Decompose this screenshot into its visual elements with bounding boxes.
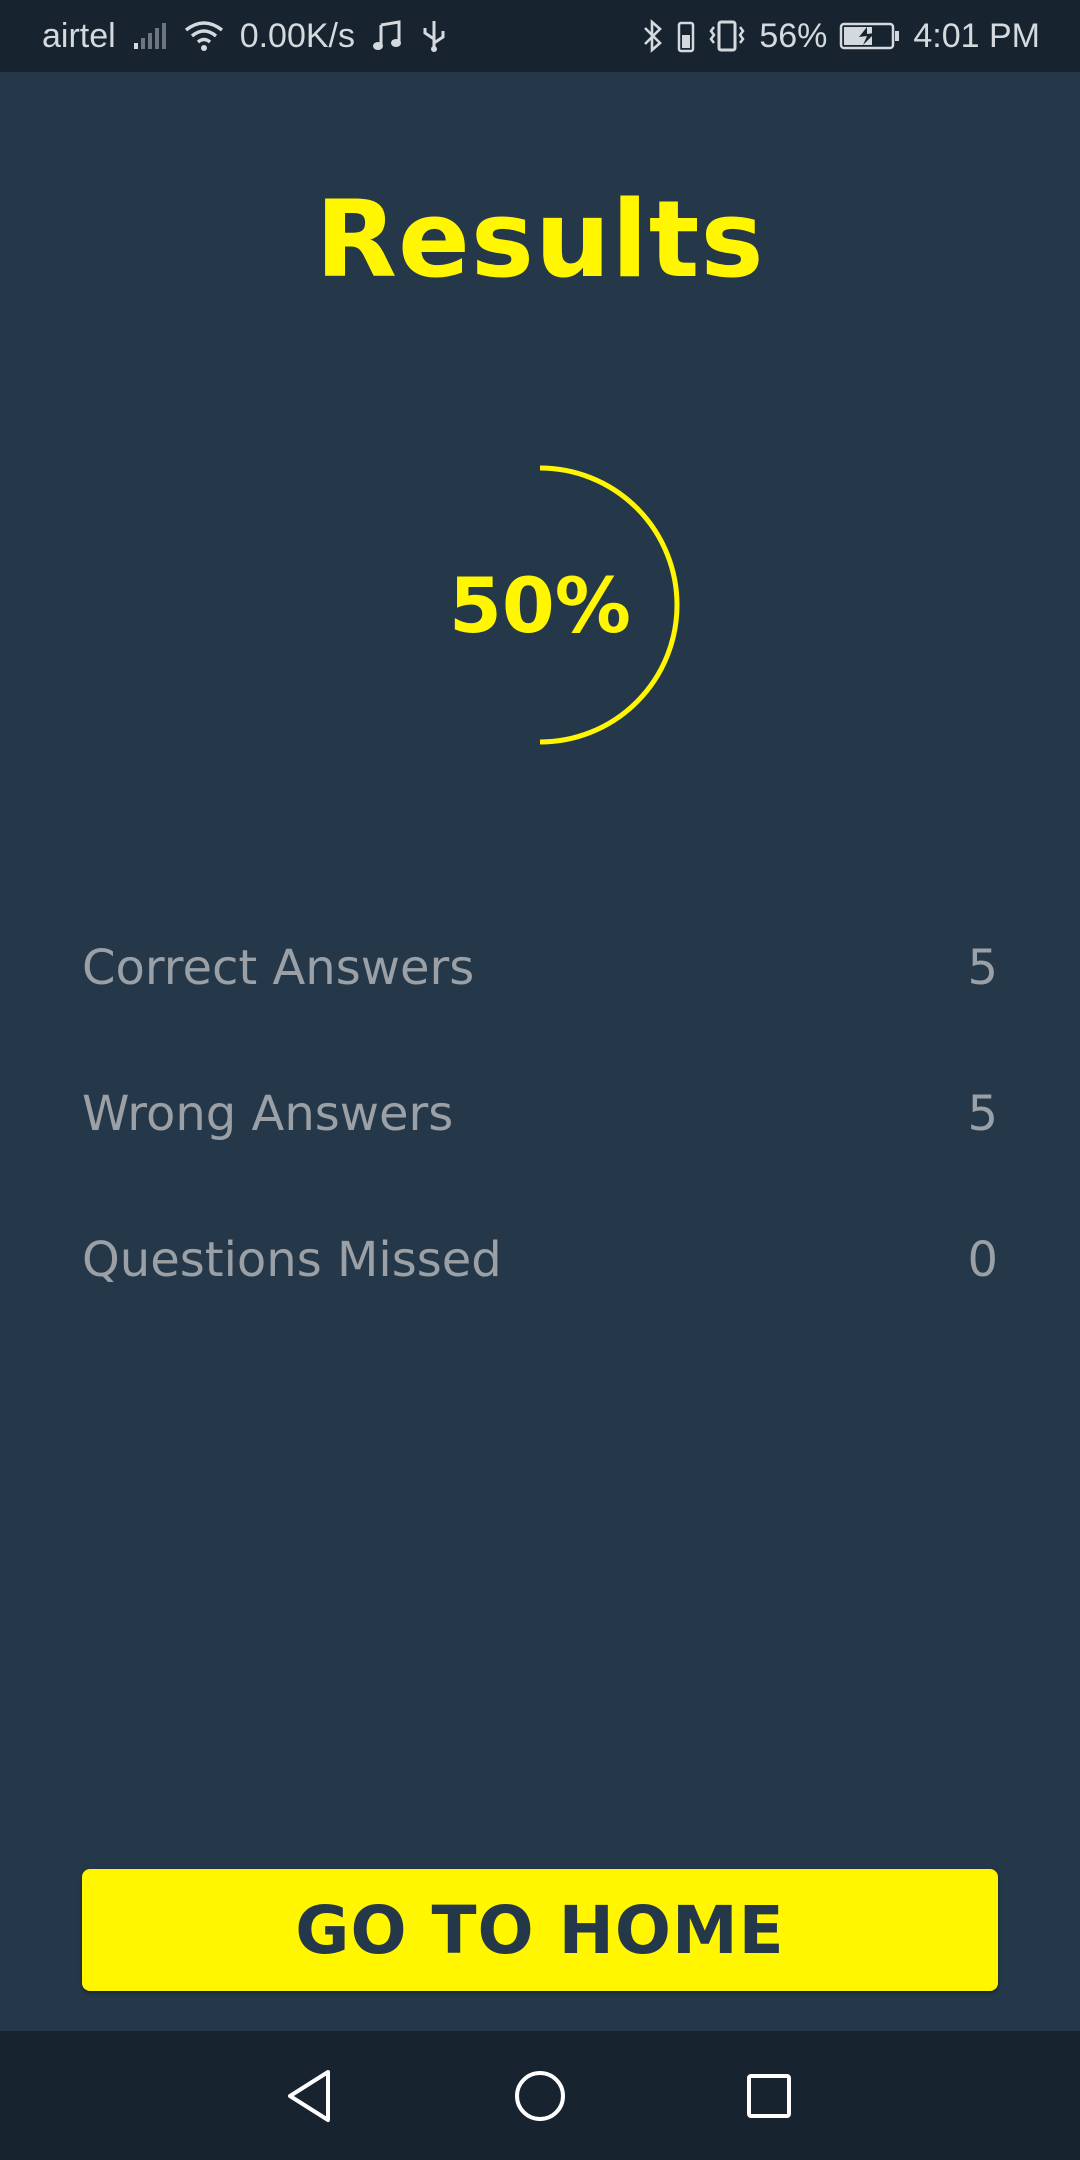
vibrate-icon — [707, 19, 747, 53]
stat-row-missed: Questions Missed 0 — [82, 1187, 998, 1333]
score-progress-ring: 50% — [400, 465, 680, 745]
battery-percent: 56% — [759, 16, 828, 55]
bluetooth-icon — [641, 19, 665, 53]
battery-small-icon — [677, 19, 695, 53]
carrier-name: airtel — [42, 16, 116, 55]
usb-icon — [421, 19, 447, 53]
signal-icon — [132, 21, 168, 51]
stat-label: Wrong Answers — [82, 1086, 454, 1142]
go-to-home-button[interactable]: GO TO HOME — [82, 1869, 998, 1991]
back-icon[interactable] — [274, 2061, 344, 2131]
stat-value: 0 — [967, 1232, 998, 1288]
clock: 4:01 PM — [913, 16, 1040, 55]
score-percent: 50% — [449, 560, 631, 650]
wifi-icon — [184, 20, 224, 52]
battery-charging-icon — [839, 21, 901, 51]
home-icon[interactable] — [505, 2061, 575, 2131]
page-title: Results — [315, 178, 765, 301]
network-speed: 0.00K/s — [239, 16, 356, 55]
stat-row-wrong: Wrong Answers 5 — [82, 1041, 998, 1187]
stat-row-correct: Correct Answers 5 — [82, 895, 998, 1041]
music-icon — [371, 19, 405, 53]
stat-label: Questions Missed — [82, 1232, 502, 1288]
navigation-bar — [0, 2031, 1080, 2160]
stat-value: 5 — [967, 1086, 998, 1142]
stat-label: Correct Answers — [82, 940, 475, 996]
recents-icon[interactable] — [734, 2061, 804, 2131]
results-stats: Correct Answers 5 Wrong Answers 5 Questi… — [82, 895, 998, 1333]
stat-value: 5 — [967, 940, 998, 996]
status-bar: airtel 0.00K/s 56% 4:01 PM — [0, 0, 1080, 72]
